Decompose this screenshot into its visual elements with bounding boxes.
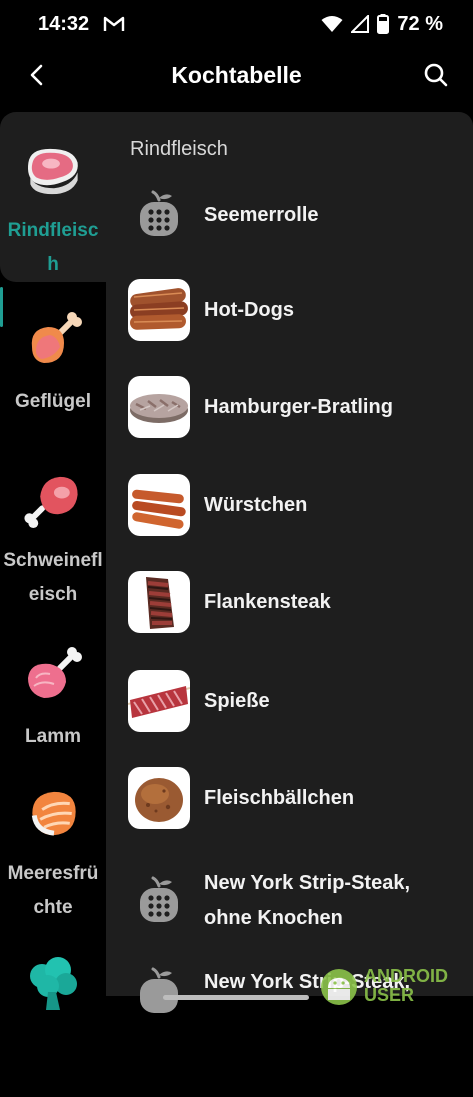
category-sidebar: Rindfleisch Geflügel Schweinefleisch Lam… <box>0 112 106 1024</box>
gmail-icon <box>103 16 125 31</box>
sausages-image <box>128 474 190 536</box>
list-item[interactable]: Seemerrolle <box>106 166 473 264</box>
list-item[interactable]: Spieße <box>106 652 473 750</box>
hamburger-patty-image <box>128 376 190 438</box>
category-vegetables[interactable] <box>0 927 106 1097</box>
hot-dogs-image <box>128 279 190 341</box>
category-poultry[interactable]: Geflügel <box>0 282 106 452</box>
placeholder-food-icon <box>128 184 190 246</box>
ham-icon <box>24 476 78 529</box>
flank-steak-image <box>128 571 190 633</box>
app-bar: Kochtabelle <box>0 48 473 102</box>
watermark: ANDROID USER <box>318 966 448 1006</box>
list-item[interactable]: Würstchen <box>106 456 473 554</box>
category-label: Meeresfrüchte <box>7 863 99 918</box>
placeholder-food-icon <box>128 870 190 932</box>
category-label: Schweinefleisch <box>3 550 103 605</box>
section-title: Rindfleisch <box>130 138 228 160</box>
category-seafood[interactable]: Meeresfrüchte <box>0 755 106 925</box>
category-label: Lamm <box>25 726 81 747</box>
content-panel: Rindfleisch Seemerrolle Hot-Dogs Hamburg… <box>106 112 473 1013</box>
placeholder-food-icon <box>128 961 190 1023</box>
signal-icon <box>351 15 370 33</box>
category-label: Rindfleisch <box>7 220 99 275</box>
battery-icon <box>377 14 390 34</box>
skewers-image <box>128 670 190 732</box>
wifi-icon <box>321 16 343 32</box>
search-icon[interactable] <box>421 60 451 90</box>
chicken-leg-icon <box>31 312 82 363</box>
item-label: Fleischbällchen <box>204 786 355 809</box>
meatballs-image <box>128 767 190 829</box>
item-label: Würstchen <box>204 493 308 516</box>
android-robot-icon <box>321 969 357 1005</box>
item-label: Seemerrolle <box>204 203 319 226</box>
broccoli-icon <box>30 957 77 1010</box>
back-arrow-icon[interactable] <box>22 60 52 90</box>
list-item[interactable]: Fleischbällchen <box>106 749 473 847</box>
lamb-leg-icon <box>28 647 82 698</box>
list-item[interactable]: Hamburger-Bratling <box>106 358 473 456</box>
battery-percent: 72 % <box>397 12 443 35</box>
watermark-line1: ANDROID <box>364 966 448 986</box>
list-item[interactable]: New York Strip-Steak, ohne Knochen <box>106 852 473 950</box>
status-bar: 14:32 72 % <box>0 0 473 48</box>
item-label: Hot-Dogs <box>204 298 294 321</box>
item-label: Spieße <box>204 689 270 712</box>
gesture-nav-handle[interactable] <box>163 995 309 1000</box>
salmon-icon <box>31 791 76 836</box>
category-beef[interactable]: Rindfleisch <box>0 112 106 282</box>
list-item[interactable]: Flankensteak <box>106 553 473 651</box>
steak-icon <box>27 148 78 195</box>
item-label: New York Strip-Steak, ohne Knochen <box>204 872 410 929</box>
category-pork[interactable]: Schweinefleisch <box>0 442 106 612</box>
item-label: Hamburger-Bratling <box>204 395 393 418</box>
category-label: Geflügel <box>14 391 91 412</box>
clock: 14:32 <box>38 12 90 35</box>
list-item[interactable]: Hot-Dogs <box>106 261 473 359</box>
page-title: Kochtabelle <box>171 61 302 88</box>
watermark-line2: USER <box>364 985 415 1005</box>
item-label: Flankensteak <box>204 590 331 613</box>
